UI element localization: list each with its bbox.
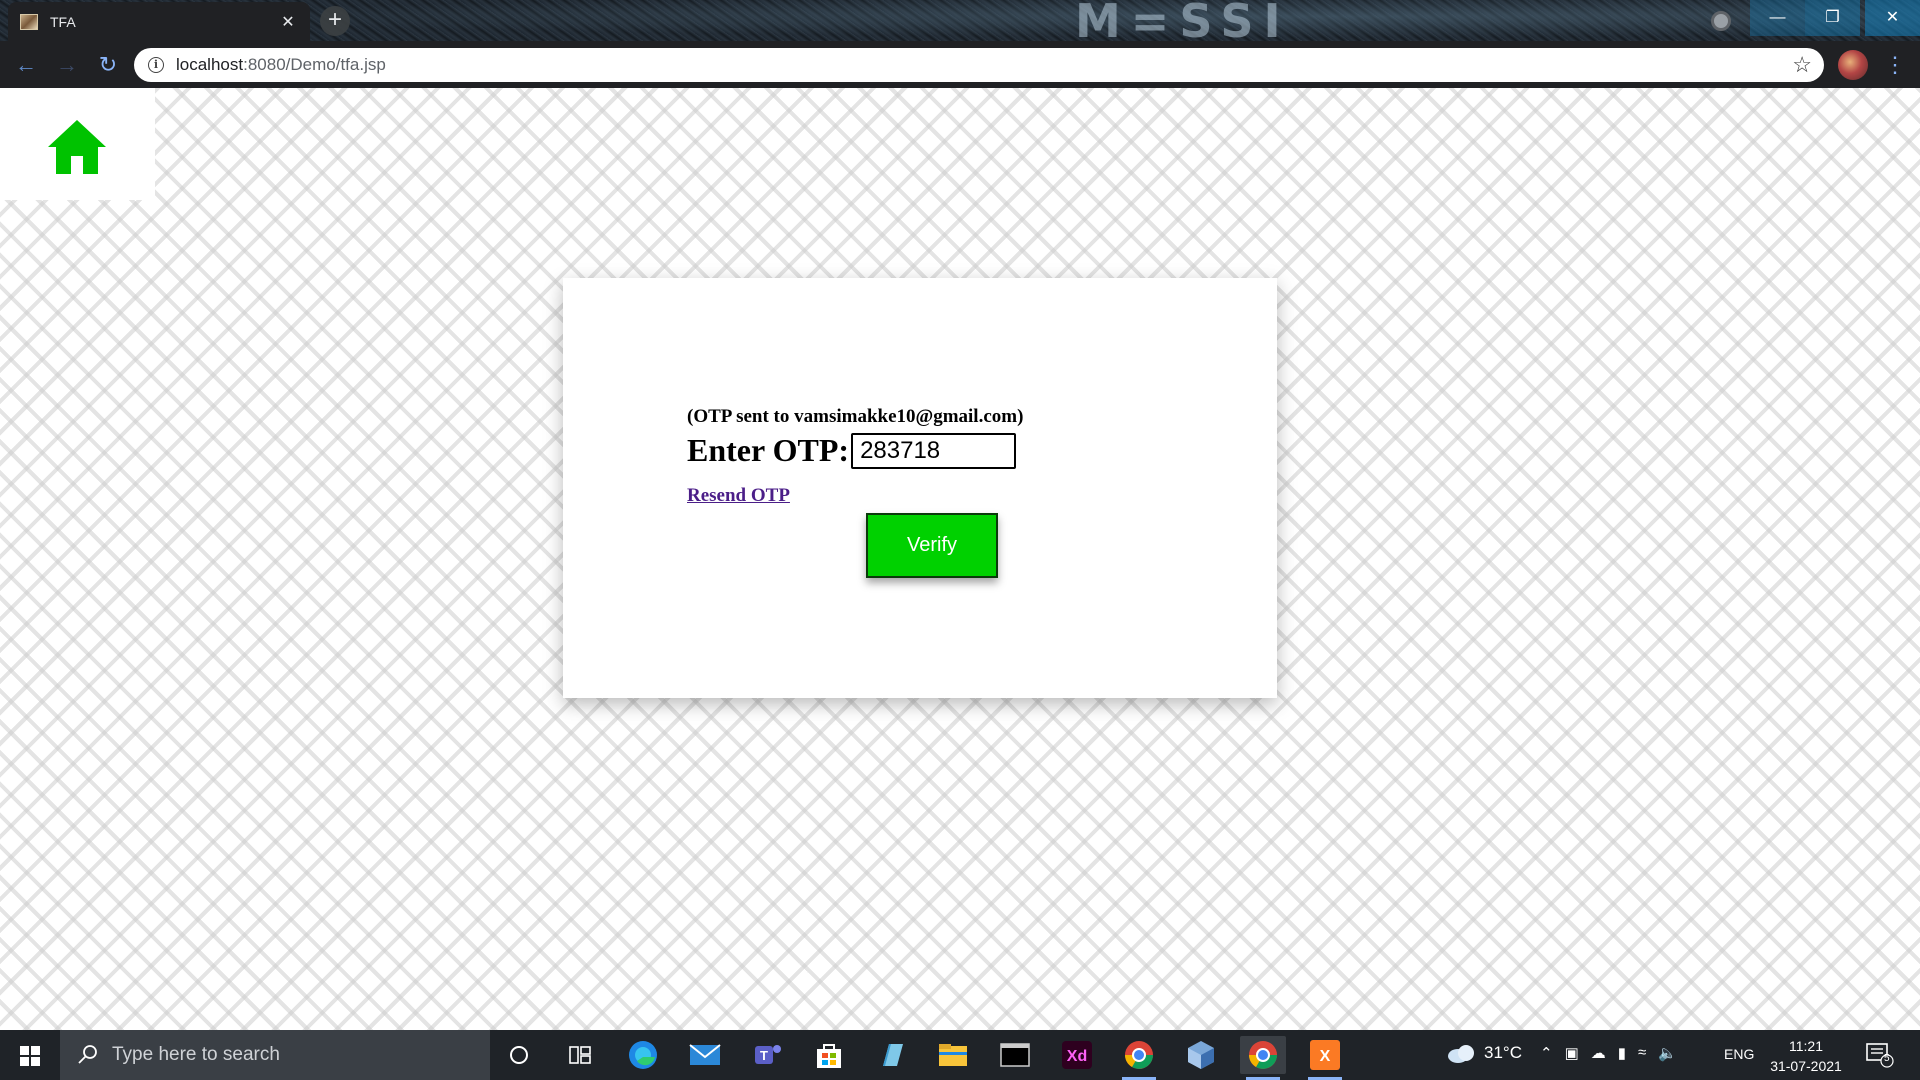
otp-input[interactable] [851, 432, 1017, 469]
verify-button[interactable]: Verify [866, 513, 998, 578]
edge-icon[interactable] [620, 1036, 666, 1074]
browser-menu-icon[interactable]: ⋮ [1884, 51, 1906, 79]
tab-close-icon[interactable]: ✕ [278, 12, 298, 32]
cortana-icon[interactable] [496, 1036, 542, 1074]
window-restore-button[interactable]: ❐ [1805, 0, 1860, 36]
start-button[interactable] [0, 1030, 58, 1080]
svg-text:Xd: Xd [1067, 1048, 1087, 1065]
tab-favicon-icon [20, 13, 38, 30]
store-icon[interactable] [806, 1036, 852, 1074]
search-icon [78, 1045, 97, 1064]
virtualbox-icon[interactable] [1178, 1036, 1224, 1074]
temperature: 31°C [1484, 1043, 1522, 1062]
clock[interactable]: 11:21 31-07-2021 [1766, 1036, 1846, 1076]
windows-logo-icon [20, 1046, 40, 1066]
weather-widget[interactable]: 31°C [1446, 1042, 1522, 1064]
reload-icon[interactable]: ↻ [94, 51, 122, 79]
xampp-icon[interactable]: X [1302, 1036, 1348, 1080]
site-info-icon[interactable]: i [148, 57, 164, 73]
resend-otp-link[interactable]: Resend OTP [687, 485, 790, 507]
url-host: localhost [176, 55, 244, 74]
onedrive-cloud-icon[interactable]: ☁ [1591, 1044, 1606, 1062]
clock-time: 11:21 [1789, 1038, 1823, 1054]
windows-taskbar: Type here to search T Xd X 31°C ⌃ ▣ ☁ ▮ … [0, 1030, 1920, 1080]
svg-text:X: X [1320, 1048, 1331, 1065]
meet-now-icon[interactable]: ▣ [1565, 1044, 1579, 1062]
back-arrow-icon[interactable]: ← [12, 51, 40, 79]
window-minimize-button[interactable]: — [1750, 0, 1805, 36]
notification-center-icon[interactable]: 5 [1865, 1042, 1895, 1068]
search-placeholder: Type here to search [112, 1044, 280, 1065]
window-close-button[interactable]: ✕ [1865, 0, 1920, 36]
taskbar-search-box[interactable]: Type here to search [60, 1030, 490, 1080]
browser-tab[interactable]: TFA ✕ [8, 2, 310, 41]
svg-text:T: T [760, 1048, 768, 1063]
terminal-icon[interactable] [992, 1036, 1038, 1074]
chrome-active-icon[interactable] [1240, 1036, 1286, 1080]
notepad-icon[interactable] [868, 1036, 914, 1074]
otp-row: Enter OTP: [687, 432, 1017, 469]
cloud-icon [1448, 1045, 1474, 1063]
wifi-icon[interactable]: ≈ [1638, 1044, 1646, 1062]
volume-icon[interactable]: 🔈 [1658, 1044, 1677, 1062]
bookmark-star-icon[interactable]: ☆ [1792, 52, 1812, 78]
home-icon[interactable] [46, 118, 108, 176]
profile-avatar[interactable] [1838, 50, 1868, 80]
task-view-icon[interactable] [557, 1036, 603, 1074]
url-path: :8080/Demo/tfa.jsp [243, 55, 386, 74]
otp-card: (OTP sent to vamsimakke10@gmail.com) Ent… [563, 278, 1277, 698]
browser-toolbar: ← → ↻ i localhost:8080/Demo/tfa.jsp ☆ ⋮ [0, 41, 1920, 88]
tab-title: TFA [50, 13, 76, 30]
teams-icon[interactable]: T [744, 1036, 790, 1074]
chrome-profile-icon[interactable] [1116, 1036, 1162, 1080]
new-tab-button[interactable]: + [320, 6, 350, 36]
otp-sent-note: (OTP sent to vamsimakke10@gmail.com) [687, 406, 1024, 427]
page-body: (OTP sent to vamsimakke10@gmail.com) Ent… [0, 88, 1920, 1030]
otp-label: Enter OTP: [687, 432, 850, 468]
notification-count: 5 [1884, 1053, 1890, 1064]
adobe-xd-icon[interactable]: Xd [1054, 1036, 1100, 1074]
mail-icon[interactable] [682, 1036, 728, 1074]
battery-icon[interactable]: ▮ [1618, 1044, 1626, 1062]
system-tray-icons: ⌃ ▣ ☁ ▮ ≈ 🔈 [1540, 1044, 1677, 1062]
forward-arrow-icon[interactable]: → [53, 51, 81, 79]
home-panel [0, 88, 155, 200]
file-explorer-icon[interactable] [930, 1036, 976, 1074]
chrome-profile-indicator-icon[interactable] [1711, 11, 1731, 31]
address-bar[interactable]: i localhost:8080/Demo/tfa.jsp ☆ [134, 48, 1824, 82]
clock-date: 31-07-2021 [1770, 1058, 1842, 1074]
language-indicator[interactable]: ENG [1724, 1046, 1754, 1062]
browser-title-bar: M=SSI TFA ✕ + — ❐ ✕ [0, 0, 1920, 48]
chevron-up-icon[interactable]: ⌃ [1540, 1044, 1553, 1062]
